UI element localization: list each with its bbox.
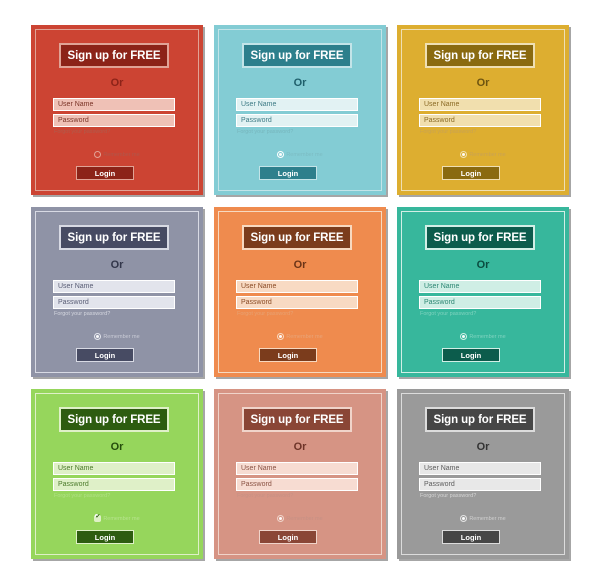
- or-divider-label: Or: [476, 259, 490, 271]
- password-input[interactable]: Password: [53, 296, 175, 309]
- signup-button[interactable]: Sign up for FREE: [425, 225, 535, 250]
- login-card-gray: Sign up for FREE Or User Name Password Forgo…: [397, 389, 569, 559]
- login-card-gold: Sign up for FREE Or User Name Password Forgo…: [397, 25, 569, 195]
- forgot-password-link[interactable]: Forgot your password?: [237, 129, 293, 135]
- username-input[interactable]: User Name: [53, 98, 175, 111]
- remember-me-radio-icon[interactable]: [460, 151, 468, 158]
- remember-me-label: Remember me: [103, 515, 140, 522]
- signup-button[interactable]: Sign up for FREE: [242, 43, 352, 68]
- remember-me-label: Remember me: [469, 515, 506, 522]
- or-divider-label: Or: [110, 441, 124, 453]
- login-button[interactable]: Login: [76, 348, 134, 362]
- remember-me-radio-icon[interactable]: [460, 333, 468, 340]
- signup-button[interactable]: Sign up for FREE: [59, 225, 169, 250]
- password-input[interactable]: Password: [53, 114, 175, 127]
- remember-me-radio-icon[interactable]: [277, 515, 285, 522]
- forgot-password-link[interactable]: Forgot your password?: [237, 493, 293, 499]
- forgot-password-link[interactable]: Forgot your password?: [420, 311, 476, 317]
- signup-button[interactable]: Sign up for FREE: [242, 225, 352, 250]
- remember-me-radio-icon[interactable]: [460, 515, 468, 522]
- remember-me-radio-icon[interactable]: [94, 333, 102, 340]
- password-input[interactable]: Password: [236, 114, 358, 127]
- signup-button[interactable]: Sign up for FREE: [59, 407, 169, 432]
- login-button[interactable]: Login: [76, 530, 134, 544]
- forgot-password-link[interactable]: Forgot your password?: [420, 129, 476, 135]
- username-input[interactable]: User Name: [419, 280, 541, 293]
- remember-me-label: Remember me: [103, 333, 140, 340]
- login-button[interactable]: Login: [442, 530, 500, 544]
- remember-me-label: Remember me: [286, 333, 323, 340]
- username-input[interactable]: User Name: [236, 280, 358, 293]
- remember-me-label: Remember me: [469, 333, 506, 340]
- forgot-password-link[interactable]: Forgot your password?: [237, 311, 293, 317]
- password-input[interactable]: Password: [236, 296, 358, 309]
- password-input[interactable]: Password: [236, 478, 358, 491]
- signup-button[interactable]: Sign up for FREE: [242, 407, 352, 432]
- login-button[interactable]: Login: [259, 166, 317, 180]
- remember-me-row[interactable]: Remember me: [397, 333, 569, 340]
- remember-me-radio-icon[interactable]: [94, 151, 102, 158]
- username-input[interactable]: User Name: [419, 462, 541, 475]
- username-input[interactable]: User Name: [236, 462, 358, 475]
- remember-me-row[interactable]: Remember me: [397, 515, 569, 522]
- password-input[interactable]: Password: [419, 296, 541, 309]
- remember-me-row[interactable]: Remember me: [214, 333, 386, 340]
- or-divider-label: Or: [476, 77, 490, 89]
- password-input[interactable]: Password: [419, 114, 541, 127]
- login-card-green: Sign up for FREE Or User Name Password Forgo…: [31, 389, 203, 559]
- login-button[interactable]: Login: [259, 348, 317, 362]
- remember-me-row[interactable]: Remember me: [397, 151, 569, 158]
- login-button[interactable]: Login: [442, 166, 500, 180]
- login-card-teal: Sign up for FREE Or User Name Password Forgo…: [397, 207, 569, 377]
- forgot-password-link[interactable]: Forgot your password?: [54, 493, 110, 499]
- forgot-password-link[interactable]: Forgot your password?: [54, 129, 110, 135]
- remember-me-row[interactable]: Remember me: [214, 515, 386, 522]
- remember-me-row[interactable]: Remember me: [214, 151, 386, 158]
- remember-me-row[interactable]: Remember me: [31, 333, 203, 340]
- login-card-orange: Sign up for FREE Or User Name Password Forgo…: [214, 207, 386, 377]
- remember-me-label: Remember me: [286, 515, 323, 522]
- remember-me-checkbox-icon[interactable]: [94, 514, 102, 522]
- login-card-salmon: Sign up for FREE Or User Name Password Forgo…: [214, 389, 386, 559]
- username-input[interactable]: User Name: [53, 280, 175, 293]
- remember-me-radio-icon[interactable]: [277, 151, 285, 158]
- or-divider-label: Or: [476, 441, 490, 453]
- login-card-red: Sign up for FREE Or User Name Password Forgo…: [31, 25, 203, 195]
- remember-me-row[interactable]: Remember me: [31, 151, 203, 158]
- forgot-password-link[interactable]: Forgot your password?: [420, 493, 476, 499]
- login-button[interactable]: Login: [76, 166, 134, 180]
- signup-button[interactable]: Sign up for FREE: [425, 43, 535, 68]
- remember-me-label: Remember me: [469, 151, 506, 158]
- or-divider-label: Or: [293, 441, 307, 453]
- username-input[interactable]: User Name: [53, 462, 175, 475]
- signup-button[interactable]: Sign up for FREE: [59, 43, 169, 68]
- or-divider-label: Or: [110, 259, 124, 271]
- login-card-cyan: Sign up for FREE Or User Name Password Forgo…: [214, 25, 386, 195]
- login-card-grid: Sign up for FREE Or User Name Password Forgo…: [0, 0, 600, 587]
- remember-me-row[interactable]: Remember me: [31, 514, 203, 522]
- username-input[interactable]: User Name: [419, 98, 541, 111]
- login-button[interactable]: Login: [442, 348, 500, 362]
- signup-button[interactable]: Sign up for FREE: [425, 407, 535, 432]
- or-divider-label: Or: [293, 259, 307, 271]
- password-input[interactable]: Password: [419, 478, 541, 491]
- forgot-password-link[interactable]: Forgot your password?: [54, 311, 110, 317]
- remember-me-label: Remember me: [286, 151, 323, 158]
- or-divider-label: Or: [293, 77, 307, 89]
- remember-me-label: Remember me: [103, 151, 140, 158]
- login-card-slate: Sign up for FREE Or User Name Password Forgo…: [31, 207, 203, 377]
- or-divider-label: Or: [110, 77, 124, 89]
- login-button[interactable]: Login: [259, 530, 317, 544]
- username-input[interactable]: User Name: [236, 98, 358, 111]
- remember-me-radio-icon[interactable]: [277, 333, 285, 340]
- password-input[interactable]: Password: [53, 478, 175, 491]
